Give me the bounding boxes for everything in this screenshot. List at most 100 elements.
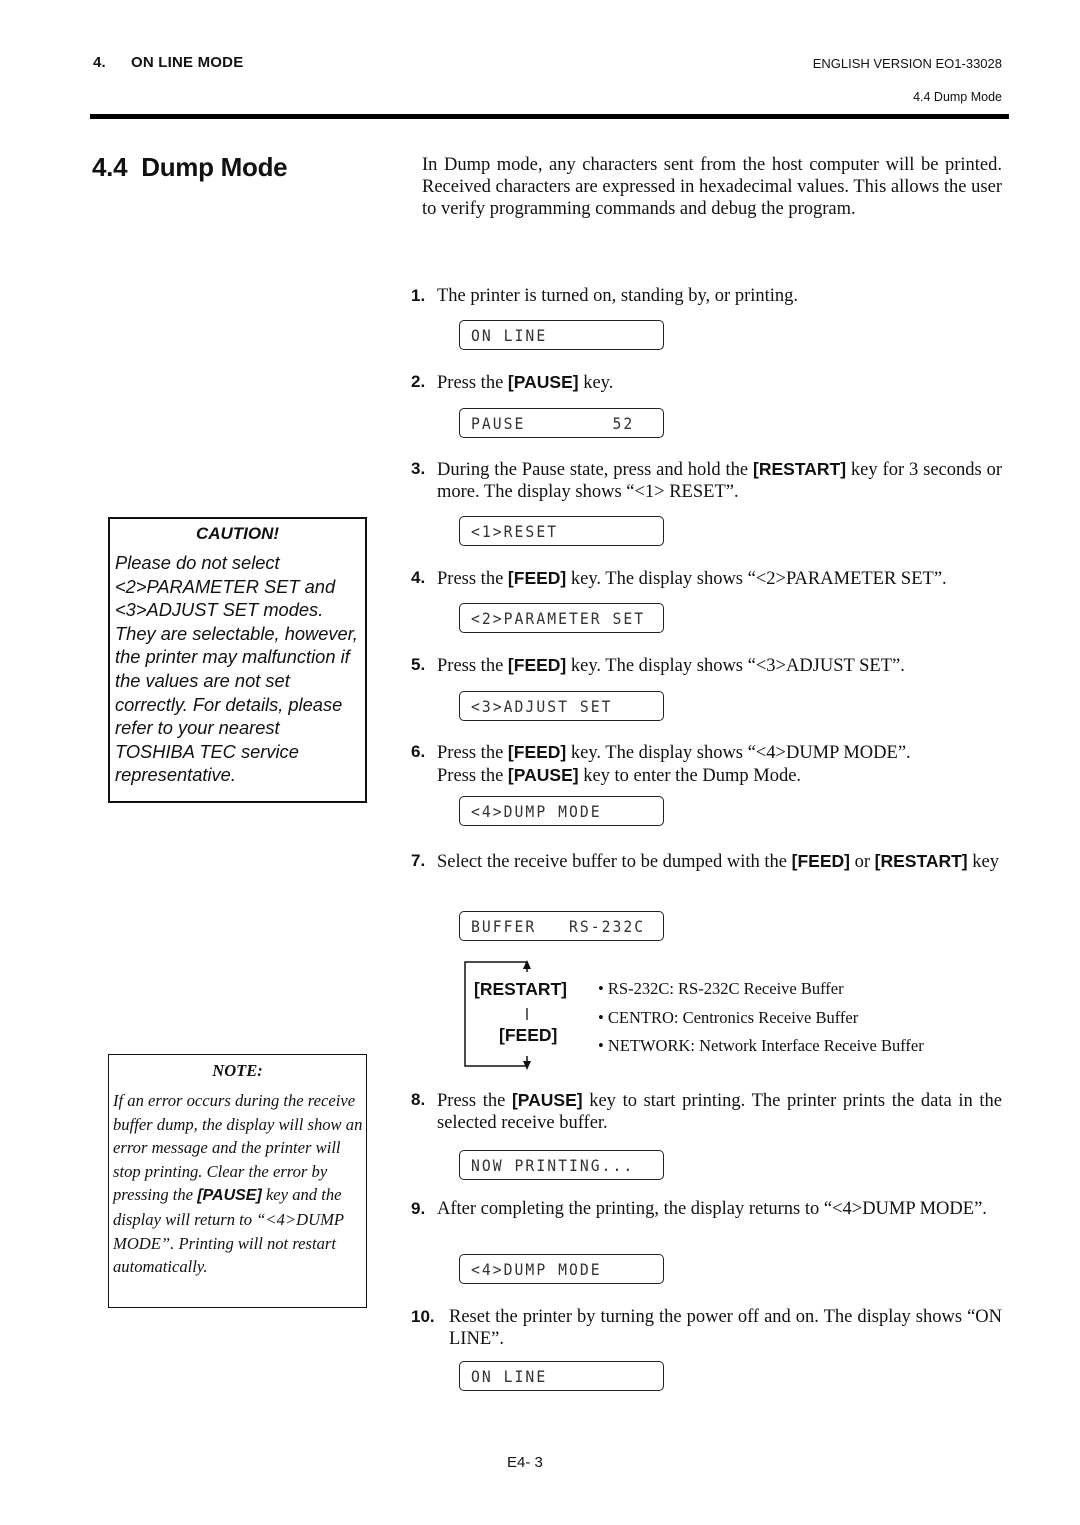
text: Press the <box>437 766 508 786</box>
caution-box: CAUTION! Please do not select <2>PARAMET… <box>108 517 367 803</box>
caution-title: CAUTION! <box>195 524 280 543</box>
step-text: After completing the printing, the displ… <box>437 1199 987 1219</box>
step-text-line2: Press the [PAUSE] key to enter the Dump … <box>411 764 1002 787</box>
pause-key-label: [PAUSE] <box>507 765 579 785</box>
text: key. The display shows “<2>PARAMETER SET… <box>566 569 947 589</box>
lcd-display: <3>ADJUST SET <box>459 691 664 721</box>
key-cycle-diagram: [RESTART] [FEED] <box>463 960 585 1070</box>
lcd-text: NOW PRINTING... <box>471 1156 635 1175</box>
feed-key-label: [FEED] <box>507 568 567 588</box>
chapter-title: ON LINE MODE <box>131 54 244 71</box>
step-10: 10. Reset the printer by turning the pow… <box>411 1306 1002 1350</box>
text: key <box>967 852 999 872</box>
text: key. The display shows “<4>DUMP MODE”. <box>566 743 911 763</box>
step-text: Press the [FEED] key. The display shows … <box>411 741 1002 764</box>
lcd-text: <1>RESET <box>471 522 559 541</box>
lcd-text: ON LINE <box>471 1367 548 1386</box>
lcd-display: ON LINE <box>459 1361 664 1391</box>
lcd-text: ON LINE <box>471 326 548 345</box>
note-text: If an error occurs during the receive bu… <box>113 1089 364 1279</box>
cycle-loop-arrows <box>464 960 531 1070</box>
chapter-number: 4. <box>93 54 106 71</box>
text: During the Pause state, press and hold t… <box>437 460 754 480</box>
lcd-text: <3>ADJUST SET <box>471 697 613 716</box>
intro-paragraph: In Dump mode, any characters sent from t… <box>422 155 1002 219</box>
step-number: 6. <box>411 742 426 761</box>
lcd-text: PAUSE 52 <box>471 414 635 433</box>
step-number: 8. <box>411 1090 426 1109</box>
text: Press the <box>437 1091 512 1111</box>
caution-text: Please do not select <2>PARAMETER SET an… <box>115 552 358 786</box>
lcd-text: <2>PARAMETER SET <box>471 609 646 628</box>
step-number: 3. <box>411 459 426 478</box>
loop-line <box>464 961 527 1067</box>
feed-key-label: [FEED] <box>499 1025 558 1045</box>
section-title: 4.4 Dump Mode <box>92 152 288 183</box>
lcd-text: <4>DUMP MODE <box>471 1260 602 1279</box>
pause-key-label: [PAUSE] <box>507 372 579 392</box>
step-number: 9. <box>411 1199 426 1218</box>
step-text: Press the [PAUSE] key to start printing.… <box>411 1089 1002 1134</box>
buffer-option: • CENTRO: Centronics Receive Buffer <box>598 1007 859 1027</box>
text: Press the <box>437 743 508 763</box>
restart-key-label: [RESTART] <box>753 459 847 479</box>
step-9: 9. After completing the printing, the di… <box>411 1198 1002 1220</box>
chapter-header: 4. ON LINE MODE <box>93 54 243 71</box>
step-3: 3. During the Pause state, press and hol… <box>411 458 1002 503</box>
step-1: 1. The printer is turned on, standing by… <box>411 285 1002 307</box>
step-4: 4. Press the [FEED] key. The display sho… <box>411 567 1011 590</box>
step-number: 10. <box>411 1307 435 1326</box>
step-text: The printer is turned on, standing by, o… <box>437 286 799 306</box>
page-number: E4- 3 <box>507 1454 543 1471</box>
lcd-display: <1>RESET <box>459 516 664 546</box>
text: key to enter the Dump Mode. <box>578 766 802 786</box>
lcd-display: BUFFER RS-232C <box>459 911 664 941</box>
lcd-display: ON LINE <box>459 320 664 350</box>
note-box: NOTE: If an error occurs during the rece… <box>108 1054 367 1308</box>
step-number: 7. <box>411 851 426 870</box>
lcd-display: PAUSE 52 <box>459 408 664 438</box>
step-text: Reset the printer by turning the power o… <box>449 1307 1002 1349</box>
text: Press the <box>437 656 508 676</box>
step-text: During the Pause state, press and hold t… <box>411 458 1002 503</box>
step-number: 2. <box>411 372 426 391</box>
header-divider <box>90 114 1009 119</box>
lcd-display: <4>DUMP MODE <box>459 796 664 826</box>
step-5: 5. Press the [FEED] key. The display sho… <box>411 654 1002 677</box>
lcd-display: <4>DUMP MODE <box>459 1254 664 1284</box>
text: Press the <box>437 569 508 589</box>
step-2: 2. Press the [PAUSE] key. <box>411 371 1002 394</box>
step-number: 4. <box>411 568 426 587</box>
restart-key-label: [RESTART] <box>474 979 567 999</box>
lcd-text: BUFFER RS-232C <box>471 917 646 936</box>
feed-key-label: [FEED] <box>507 655 567 675</box>
text: Select the receive buffer to be dumped w… <box>437 852 792 872</box>
lcd-text: <4>DUMP MODE <box>471 802 602 821</box>
text: key. <box>578 373 614 393</box>
feed-key-label: [FEED] <box>507 742 567 762</box>
buffer-option: • NETWORK: Network Interface Receive Buf… <box>598 1036 924 1055</box>
feed-key-label: [FEED] <box>791 851 850 871</box>
lcd-display: NOW PRINTING... <box>459 1150 664 1180</box>
pause-key-label: [PAUSE] <box>511 1090 583 1110</box>
step-7: 7. Select the receive buffer to be dumpe… <box>411 850 1002 873</box>
buffer-options-list: • RS-232C: RS-232C Receive Buffer • CENT… <box>598 975 924 1061</box>
lcd-display: <2>PARAMETER SET <box>459 603 664 633</box>
step-number: 1. <box>411 286 426 305</box>
text: Press the <box>437 373 508 393</box>
pause-key-label: [PAUSE] <box>197 1187 262 1205</box>
buffer-option: • RS-232C: RS-232C Receive Buffer <box>598 979 844 998</box>
step-6: 6. Press the [FEED] key. The display sho… <box>411 741 1002 787</box>
document-version: ENGLISH VERSION EO1-33028 <box>812 56 1002 71</box>
step-text: Press the [PAUSE] key. <box>411 371 1002 394</box>
step-8: 8. Press the [PAUSE] key to start printi… <box>411 1089 1002 1134</box>
note-title: NOTE: <box>212 1061 263 1080</box>
step-text: Press the [FEED] key. The display shows … <box>411 567 1011 590</box>
section-reference: 4.4 Dump Mode <box>913 90 1002 104</box>
text: key. The display shows “<3>ADJUST SET”. <box>566 656 905 676</box>
restart-key-label: [RESTART] <box>874 851 968 871</box>
step-text: Press the [FEED] key. The display shows … <box>411 654 1002 677</box>
step-text: Select the receive buffer to be dumped w… <box>411 850 1002 873</box>
section-name: Dump Mode <box>141 152 288 182</box>
text: or <box>849 852 875 872</box>
